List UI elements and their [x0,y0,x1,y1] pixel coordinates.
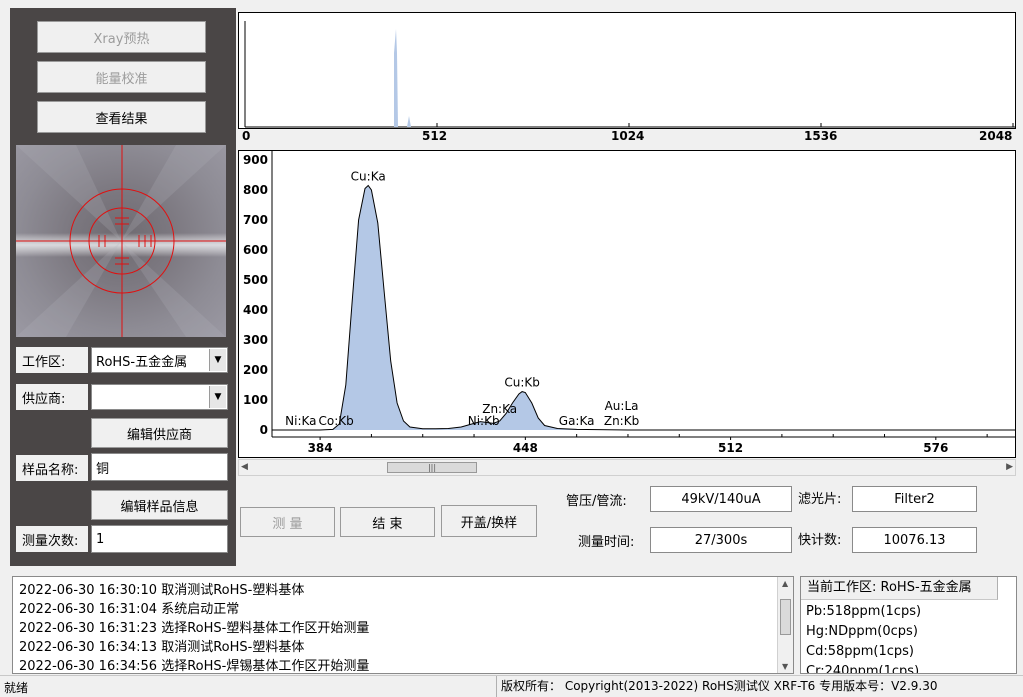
log-list[interactable]: 2022-06-30 16:30:10 取消测试RoHS-塑料基体 2022-0… [12,576,794,674]
log-item: 2022-06-30 16:34:13 取消测试RoHS-塑料基体 [19,640,305,655]
measure-count-input[interactable]: 1 [91,525,228,553]
y-tick-label: 400 [243,303,268,317]
workspace-select[interactable]: RoHS-五金金属 ▼ [91,347,228,373]
peak-label: Co:Kb [319,414,354,428]
energy-calibration-button[interactable]: 能量校准 [37,61,206,93]
log-scroll-thumb[interactable] [780,599,791,635]
y-tick-label: 200 [243,363,268,377]
supplier-label: 供应商: [16,384,88,410]
fast-count-value: 10076.13 [852,527,977,553]
spectrum-area [272,185,1016,430]
scroll-left-icon[interactable]: ◀ [241,462,248,472]
view-results-button[interactable]: 查看结果 [37,101,206,133]
time-value: 27/300s [650,527,792,553]
result-item: Cr:240ppm(1cps) [806,664,920,674]
result-item: Cd:58ppm(1cps) [806,644,915,659]
overview-tick-1024: 1024 [611,129,645,143]
log-scrollbar[interactable]: ▲ ▼ [777,577,793,673]
overview-tick-1536: 1536 [804,129,838,143]
result-item: Pb:518ppm(1cps) [806,604,922,619]
sample-name-input[interactable]: 铜 [91,453,228,481]
measure-count-label: 测量次数: [16,526,88,552]
y-tick-label: 700 [243,213,268,227]
stop-button[interactable]: 结 束 [340,507,435,537]
status-copyright: 版权所有： Copyright(2013-2022) RoHS测试仪 XRF-T… [496,676,937,697]
x-tick-label: 384 [308,441,333,455]
edit-sample-info-button[interactable]: 编辑样品信息 [91,490,228,520]
tube-label: 管压/管流: [566,494,627,509]
supplier-select[interactable]: ▼ [91,384,228,410]
peak-label: Zn:Kb [604,414,639,428]
main-spectrum-chart[interactable]: 0 100 200 300 400 500 600 700 800 900 384 448 512 57… [238,150,1016,458]
scroll-down-icon[interactable]: ▼ [782,662,788,671]
x-tick-label: 576 [923,441,948,455]
chevron-down-icon[interactable]: ▼ [209,386,226,408]
peak-label: Ga:Ka [559,414,595,428]
peak-label: Zn:Ka [482,402,517,416]
chevron-down-icon[interactable]: ▼ [209,349,226,371]
spectrum-scrollbar[interactable]: ◀ ||| ▶ [238,459,1016,476]
y-tick-label: 0 [260,423,268,437]
filter-value: Filter2 [852,486,977,512]
measure-button[interactable]: 测 量 [240,507,335,537]
peak-label: Ni:Ka [285,414,316,428]
y-tick-label: 300 [243,333,268,347]
status-ready: 就绪 [4,681,29,695]
filter-label: 滤光片: [798,492,842,507]
y-tick-label: 900 [243,153,268,167]
y-tick-label: 100 [243,393,268,407]
result-item: Hg:NDppm(0cps) [806,624,918,639]
x-tick-label: 448 [513,441,538,455]
workspace-value: RoHS-五金金属 [96,354,188,370]
y-tick-label: 600 [243,243,268,257]
results-list[interactable]: 当前工作区: RoHS-五金金属 Pb:518ppm(1cps) Hg:NDpp… [800,576,1017,674]
overview-tick-0: 0 [242,129,251,143]
peak-label: Au:La [605,399,639,413]
log-item: 2022-06-30 16:34:56 选择RoHS-焊锡基体工作区开始测量 [19,659,370,674]
log-item: 2022-06-30 16:31:23 选择RoHS-塑料基体工作区开始测量 [19,621,370,636]
peak-label: Ni:Kb [468,414,500,428]
overview-x-axis: 0 512 1024 1536 2048 [238,129,1016,145]
scroll-thumb[interactable]: ||| [387,462,477,473]
log-item: 2022-06-30 16:31:04 系统启动正常 [19,602,240,617]
y-tick-label: 500 [243,273,268,287]
scroll-right-icon[interactable]: ▶ [1006,462,1013,472]
camera-view [16,145,226,337]
workspace-label: 工作区: [16,347,88,373]
tube-value: 49kV/140uA [650,486,792,512]
time-label: 测量时间: [578,535,635,550]
peak-label: Cu:Ka [351,170,386,184]
overview-tick-512: 512 [422,129,448,143]
scroll-up-icon[interactable]: ▲ [782,579,788,588]
results-header[interactable]: 当前工作区: RoHS-五金金属 [801,577,998,600]
log-item: 2022-06-30 16:30:10 取消测试RoHS-塑料基体 [19,583,305,598]
open-cover-button[interactable]: 开盖/换样 [441,505,537,537]
xray-preheat-button[interactable]: Xray预热 [37,21,206,53]
overview-spectrum[interactable] [238,12,1016,129]
fast-count-label: 快计数: [798,533,842,548]
status-bar: 就绪 版权所有： Copyright(2013-2022) RoHS测试仪 XR… [0,675,1023,697]
peak-label: Cu:Kb [504,376,540,390]
overview-tick-2048: 2048 [979,129,1013,143]
edit-supplier-button[interactable]: 编辑供应商 [91,418,228,448]
y-tick-label: 800 [243,183,268,197]
x-tick-label: 512 [718,441,743,455]
sample-name-label: 样品名称: [16,455,88,481]
